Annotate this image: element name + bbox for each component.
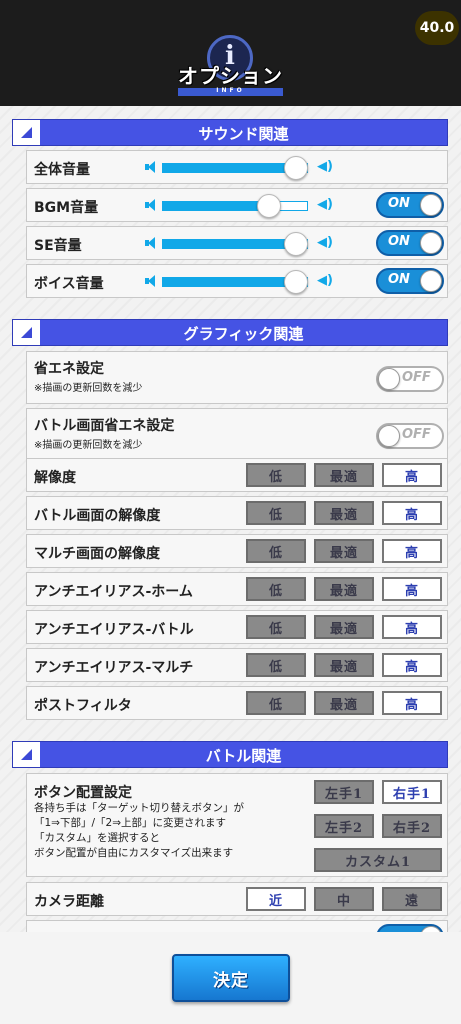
row-label: ボイス音量: [34, 276, 104, 292]
row-eco-mode: 省エネ設定 ※描画の更新回数を減少 OFF: [26, 351, 448, 404]
row-label: バトル画面の解像度: [34, 508, 161, 524]
row-label: アンチエイリアス-バトル: [34, 622, 194, 638]
quality-optimal-button[interactable]: 最適: [314, 501, 374, 525]
row-aa-battle: アンチエイリアス-バトル 低 最適 高: [26, 610, 448, 644]
quality-high-button[interactable]: 高: [382, 501, 442, 525]
row-aa-home: アンチエイリアス-ホーム 低 最適 高: [26, 572, 448, 606]
row-voice-volume: ボイス音量 ◀) ON: [26, 264, 448, 298]
quality-high-button[interactable]: 高: [382, 615, 442, 639]
row-se-volume: SE音量 ◀) ON: [26, 226, 448, 260]
row-label: アンチエイリアス-マルチ: [34, 660, 194, 676]
speaker-low-icon: [145, 275, 157, 287]
quality-high-button[interactable]: 高: [382, 539, 442, 563]
row-label: 全体音量: [34, 162, 90, 178]
row-resolution: 解像度 低 最適 高: [26, 458, 448, 492]
row-master-volume: 全体音量 ◀): [26, 150, 448, 184]
section-header-battle[interactable]: バトル関連: [12, 741, 448, 768]
quality-low-button[interactable]: 低: [246, 653, 306, 677]
confirm-button[interactable]: 決定: [172, 954, 290, 1002]
quality-low-button[interactable]: 低: [246, 539, 306, 563]
quality-low-button[interactable]: 低: [246, 615, 306, 639]
options-content[interactable]: サウンド関連 全体音量 ◀) BGM音量 ◀) ON SE音量 ◀) ON ボイ…: [0, 106, 461, 932]
row-label: BGM音量: [34, 200, 99, 216]
quality-optimal-button[interactable]: 最適: [314, 539, 374, 563]
bgm-toggle[interactable]: ON: [376, 192, 444, 218]
row-label: ポストフィルタ: [34, 698, 132, 714]
collapse-icon[interactable]: [13, 320, 40, 345]
row-label: SE音量: [34, 238, 82, 254]
left-hand-2-button[interactable]: 左手2: [314, 814, 374, 838]
quality-optimal-button[interactable]: 最適: [314, 653, 374, 677]
row-battle-resolution: バトル画面の解像度 低 最適 高: [26, 496, 448, 530]
quality-high-button[interactable]: 高: [382, 577, 442, 601]
battle-eco-toggle[interactable]: OFF: [376, 423, 444, 449]
row-button-layout: ボタン配置設定 各持ち手は「ターゲット切り替えボタン」が 「1⇒下部」/「2⇒上…: [26, 773, 448, 877]
row-label: バトル画面省エネ設定: [34, 418, 175, 434]
quality-low-button[interactable]: 低: [246, 577, 306, 601]
volume-slider[interactable]: [162, 201, 308, 211]
button-layout-description: 各持ち手は「ターゲット切り替えボタン」が 「1⇒下部」/「2⇒上部」に変更されま…: [34, 802, 244, 859]
row-aa-multi: アンチエイリアス-マルチ 低 最適 高: [26, 648, 448, 682]
hidden-row-toggle[interactable]: [376, 924, 444, 932]
voice-toggle[interactable]: ON: [376, 268, 444, 294]
right-hand-1-button[interactable]: 右手1: [382, 780, 442, 804]
quality-optimal-button[interactable]: 最適: [314, 691, 374, 715]
quality-low-button[interactable]: 低: [246, 463, 306, 487]
speaker-high-icon: ◀): [317, 159, 333, 174]
camera-far-button[interactable]: 遠: [382, 887, 442, 911]
se-toggle[interactable]: ON: [376, 230, 444, 256]
slider-knob[interactable]: [256, 194, 281, 218]
slider-knob[interactable]: [284, 270, 309, 294]
slider-knob[interactable]: [284, 156, 309, 180]
row-label: ボタン配置設定: [34, 785, 132, 801]
left-hand-1-button[interactable]: 左手1: [314, 780, 374, 804]
quality-high-button[interactable]: 高: [382, 691, 442, 715]
speaker-low-icon: [145, 199, 157, 211]
row-note: ※描画の更新回数を減少: [34, 383, 143, 394]
quality-optimal-button[interactable]: 最適: [314, 577, 374, 601]
row-label: カメラ距離: [34, 894, 104, 910]
quality-low-button[interactable]: 低: [246, 501, 306, 525]
row-partially-hidden: [26, 920, 448, 932]
row-label: アンチエイリアス-ホーム: [34, 584, 193, 600]
row-note: ※描画の更新回数を減少: [34, 440, 143, 451]
speaker-high-icon: ◀): [317, 235, 333, 250]
right-hand-2-button[interactable]: 右手2: [382, 814, 442, 838]
section-header-graphics[interactable]: グラフィック関連: [12, 319, 448, 346]
row-camera-distance: カメラ距離 近 中 遠: [26, 882, 448, 916]
speaker-high-icon: ◀): [317, 197, 333, 212]
camera-near-button[interactable]: 近: [246, 887, 306, 911]
row-label: 解像度: [34, 470, 76, 486]
section-title: グラフィック関連: [183, 325, 304, 343]
page-title: オプション: [178, 64, 283, 88]
quality-low-button[interactable]: 低: [246, 691, 306, 715]
row-label: 省エネ設定: [34, 361, 104, 377]
quality-optimal-button[interactable]: 最適: [314, 615, 374, 639]
quality-high-button[interactable]: 高: [382, 463, 442, 487]
quality-optimal-button[interactable]: 最適: [314, 463, 374, 487]
row-multi-resolution: マルチ画面の解像度 低 最適 高: [26, 534, 448, 568]
section-header-sound[interactable]: サウンド関連: [12, 119, 448, 146]
row-post-filter: ポストフィルタ 低 最適 高: [26, 686, 448, 720]
row-battle-eco-mode: バトル画面省エネ設定 ※描画の更新回数を減少 OFF: [26, 408, 448, 461]
speaker-low-icon: [145, 237, 157, 249]
speaker-high-icon: ◀): [317, 273, 333, 288]
row-bgm-volume: BGM音量 ◀) ON: [26, 188, 448, 222]
collapse-icon[interactable]: [13, 120, 40, 145]
section-title: サウンド関連: [198, 125, 289, 143]
quality-high-button[interactable]: 高: [382, 653, 442, 677]
fps-badge: 40.0: [415, 11, 459, 45]
row-label: マルチ画面の解像度: [34, 546, 160, 562]
header-bar: i オプション INFO 40.0: [0, 0, 461, 106]
custom-1-button[interactable]: カスタム1: [314, 848, 442, 872]
camera-mid-button[interactable]: 中: [314, 887, 374, 911]
speaker-low-icon: [145, 161, 157, 173]
section-title: バトル関連: [205, 747, 282, 765]
slider-knob[interactable]: [284, 232, 309, 256]
page-subtitle: INFO: [216, 87, 245, 94]
collapse-icon[interactable]: [13, 742, 40, 767]
eco-toggle[interactable]: OFF: [376, 366, 444, 392]
